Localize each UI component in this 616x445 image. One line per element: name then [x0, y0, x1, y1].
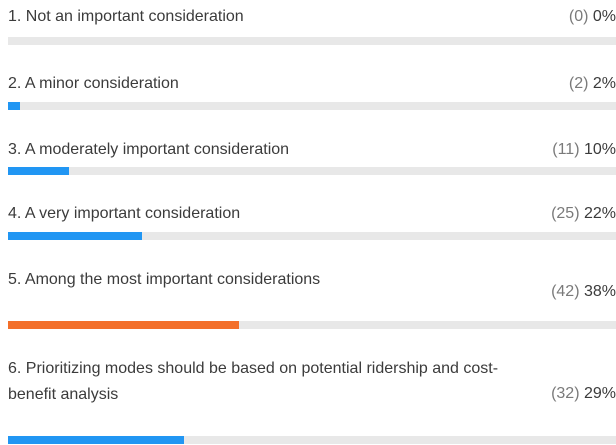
- option-label: 5. Among the most important consideratio…: [8, 271, 321, 288]
- option-label: 1. Not an important consideration: [8, 8, 244, 25]
- option-count: (42): [551, 283, 580, 300]
- option-count: (11): [552, 141, 580, 158]
- progress-fill: [8, 436, 184, 444]
- option-count: (2): [568, 75, 589, 92]
- option-count: (0): [568, 8, 589, 25]
- progress-track: [8, 37, 616, 45]
- progress-fill: [8, 232, 142, 240]
- option-percent: 10%: [583, 141, 616, 158]
- option-stat: (32) 29%: [551, 382, 616, 406]
- option-stat: (42) 38%: [551, 280, 616, 304]
- option-percent: 2%: [592, 75, 616, 92]
- progress-fill: [8, 321, 239, 329]
- option-stat: (0) 0%: [569, 5, 616, 29]
- option-label: 6. Prioritizing modes should be based on…: [8, 360, 499, 403]
- option-count: (25): [551, 205, 580, 222]
- progress-track: [8, 102, 616, 110]
- option-stat: (25) 22%: [551, 202, 616, 226]
- option-count: (32): [551, 385, 580, 402]
- progress-fill: [8, 102, 20, 110]
- option-percent: 38%: [583, 283, 616, 300]
- option-label: 4. A very important consideration: [8, 205, 241, 222]
- option-stat: (2) 2%: [569, 72, 616, 96]
- option-stat: (11) 10%: [552, 138, 616, 162]
- progress-fill: [8, 167, 69, 175]
- option-percent: 0%: [592, 8, 616, 25]
- progress-track: [8, 436, 616, 444]
- option-percent: 29%: [583, 385, 616, 402]
- option-label: 3. A moderately important consideration: [8, 141, 290, 158]
- option-label: 2. A minor consideration: [8, 75, 179, 92]
- option-percent: 22%: [583, 205, 616, 222]
- progress-track: [8, 321, 616, 329]
- progress-track: [8, 232, 616, 240]
- progress-track: [8, 167, 616, 175]
